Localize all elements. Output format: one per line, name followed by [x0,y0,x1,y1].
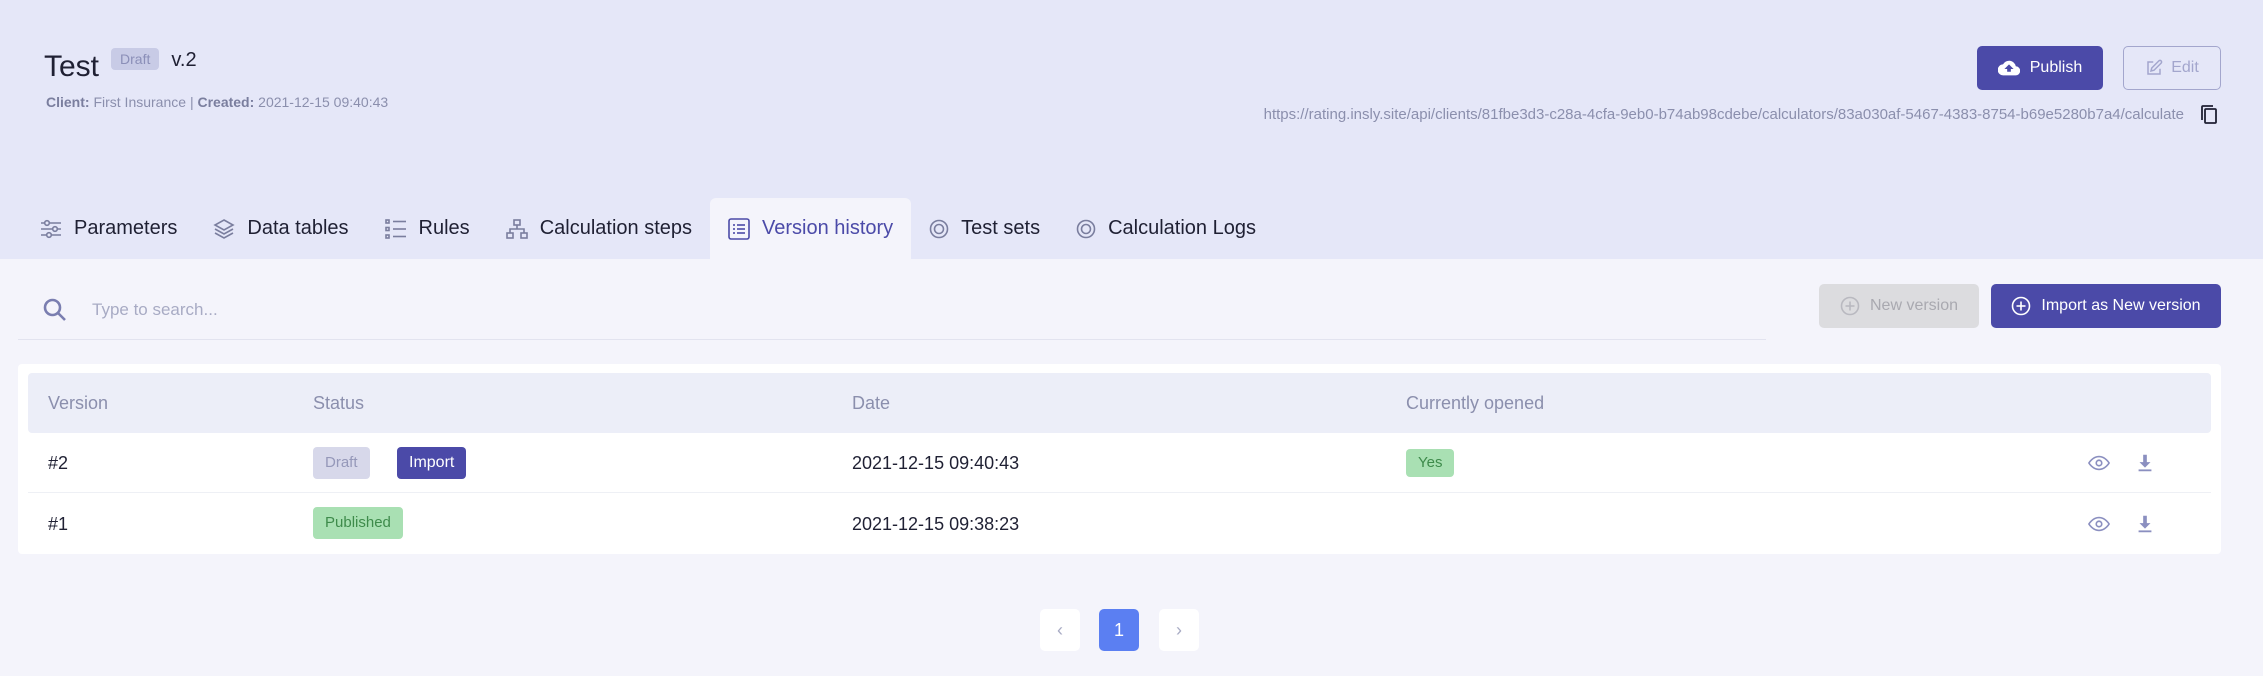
client-value: First Insurance [93,94,187,110]
status-badge: Draft [313,447,370,479]
target-icon [929,219,949,238]
table-row: #1 Published 2021-12-15 09:38:23 [28,494,2211,554]
cloud-upload-icon [1997,60,2020,76]
table-list-icon [728,217,750,240]
created-label: Created: [197,94,255,110]
download-icon[interactable] [2134,452,2156,474]
download-icon[interactable] [2134,513,2156,535]
tab-data-tables[interactable]: Data tables [195,198,366,259]
list-icon [384,218,406,239]
meta-separator: | [189,94,194,110]
tab-label: Version history [762,217,894,239]
tab-calculation-steps[interactable]: Calculation steps [488,198,710,259]
search-input[interactable] [92,299,1592,320]
tab-label: Calculation Logs [1108,217,1256,239]
tab-label: Parameters [74,217,178,239]
tab-label: Data tables [247,217,349,239]
target-icon [1076,219,1096,238]
new-version-button[interactable]: New version [1819,284,1979,328]
eye-icon[interactable] [2088,513,2110,535]
version-date: 2021-12-15 09:40:43 [852,453,1020,473]
sitemap-icon [505,218,528,239]
currently-opened-badge: Yes [1406,449,1455,477]
client-label: Client: [46,94,90,110]
tab-bar: Parameters Data tables Rules Calculation… [22,198,1274,259]
version-number: #1 [48,514,69,534]
sliders-icon [41,219,61,238]
column-header-status: Status [313,393,365,413]
pagination-next-button[interactable]: › [1159,609,1199,651]
api-url: https://rating.insly.site/api/clients/81… [1263,106,2184,123]
layers-icon [213,218,236,239]
import-button[interactable]: Import [397,447,467,479]
column-header-version: Version [48,393,109,413]
title-row: Test Draft v.2 [44,48,197,84]
tab-parameters[interactable]: Parameters [22,198,195,259]
version-date: 2021-12-15 09:38:23 [852,514,1020,534]
plus-circle-icon [2012,296,2031,316]
version-table: Version Status Date Currently opened #2 … [18,364,2221,554]
pagination-prev-button[interactable]: ‹ [1040,609,1080,651]
tab-test-sets[interactable]: Test sets [911,198,1058,259]
tab-version-history[interactable]: Version history [710,198,912,259]
copy-icon[interactable] [2199,104,2219,126]
status-badge: Published [313,507,403,539]
calculator-meta: Client: First Insurance | Created: 2021-… [46,94,388,110]
publish-button[interactable]: Publish [1977,46,2103,90]
status-badge: Draft [111,48,160,70]
new-version-label: New version [1869,297,1959,314]
tab-label: Calculation steps [539,217,692,239]
search-bar [18,280,1766,340]
table-row: #2 Draft Import 2021-12-15 09:40:43 Yes [28,433,2211,493]
page-header: Test Draft v.2 Client: First Insurance |… [0,0,2263,259]
version-number: #2 [48,453,69,473]
tab-calculation-logs[interactable]: Calculation Logs [1058,198,1274,259]
version-label: v.2 [171,48,197,71]
plus-circle-icon [1840,296,1860,316]
edit-label: Edit [2171,59,2199,76]
page-title: Test [44,50,100,83]
tab-label: Test sets [961,217,1041,239]
import-new-version-label: Import as New version [2041,297,2201,314]
column-header-currently-opened: Currently opened [1406,393,1545,413]
import-new-version-button[interactable]: Import as New version [1991,284,2221,328]
tab-rules[interactable]: Rules [367,198,488,259]
pagination-page-button[interactable]: 1 [1099,609,1139,651]
tab-label: Rules [418,217,470,239]
edit-button[interactable]: Edit [2123,46,2221,90]
edit-icon [2147,59,2163,75]
created-value: 2021-12-15 09:40:43 [258,94,389,110]
table-header: Version Status Date Currently opened [28,373,2211,433]
column-header-date: Date [852,393,891,413]
eye-icon[interactable] [2088,452,2110,474]
publish-label: Publish [2029,59,2083,76]
search-icon [43,298,66,321]
